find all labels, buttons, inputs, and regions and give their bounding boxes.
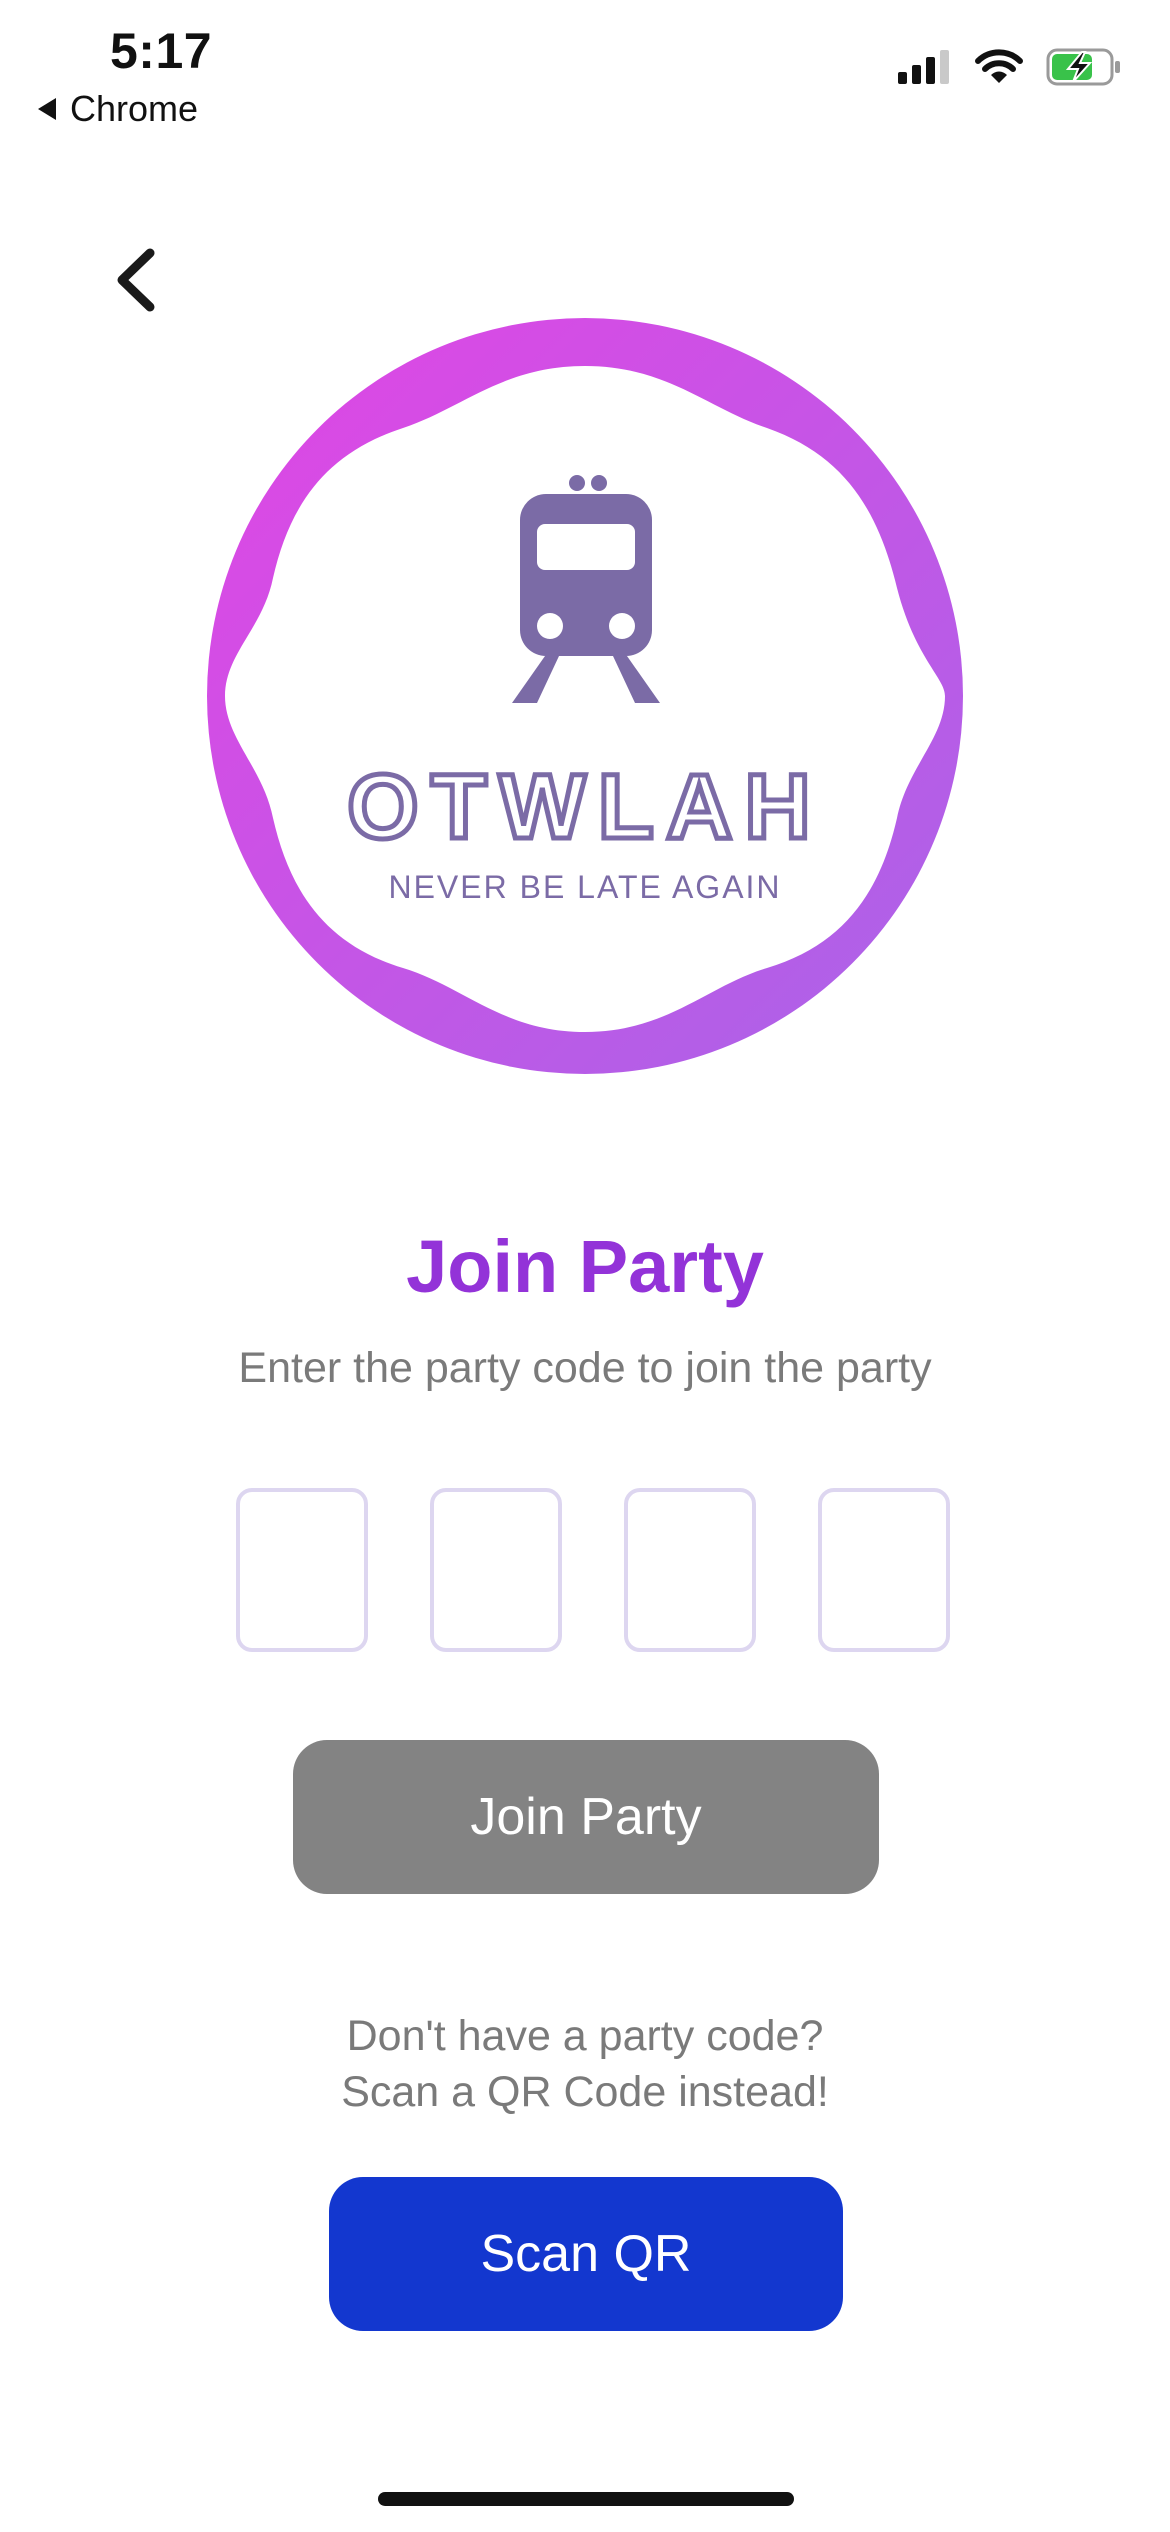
party-code-digit-1[interactable] bbox=[236, 1488, 368, 1652]
status-time: 5:17 bbox=[110, 23, 213, 79]
join-party-button[interactable]: Join Party bbox=[293, 1740, 879, 1894]
party-code-digit-3[interactable] bbox=[624, 1488, 756, 1652]
brand-tagline: NEVER BE LATE AGAIN bbox=[388, 869, 781, 905]
page-subtitle: Enter the party code to join the party bbox=[238, 1344, 932, 1392]
battery-charging-icon bbox=[1046, 48, 1120, 86]
back-to-app-label: Chrome bbox=[70, 88, 199, 129]
page-title: Join Party bbox=[406, 1225, 764, 1308]
back-triangle-icon bbox=[38, 98, 56, 120]
party-code-digit-4[interactable] bbox=[818, 1488, 950, 1652]
helper-line-2: Scan a QR Code instead! bbox=[341, 2068, 829, 2116]
cellular-signal-icon bbox=[898, 50, 949, 84]
back-to-chrome[interactable]: Chrome bbox=[38, 88, 198, 130]
helper-line-1: Don't have a party code? bbox=[346, 2012, 824, 2060]
wifi-icon bbox=[975, 49, 1023, 83]
party-code-digit-2[interactable] bbox=[430, 1488, 562, 1652]
party-code-inputs bbox=[236, 1488, 950, 1652]
chevron-left-icon[interactable] bbox=[108, 245, 168, 315]
otwlah-logo: OTWLAH NEVER BE LATE AGAIN bbox=[207, 318, 963, 1074]
home-indicator[interactable] bbox=[378, 2492, 794, 2506]
brand-name: OTWLAH bbox=[347, 756, 823, 858]
scan-qr-button[interactable]: Scan QR bbox=[329, 2177, 843, 2331]
scan-qr-helper-text: Don't have a party code? Scan a QR Code … bbox=[0, 2008, 1170, 2120]
status-icons bbox=[898, 48, 1122, 86]
